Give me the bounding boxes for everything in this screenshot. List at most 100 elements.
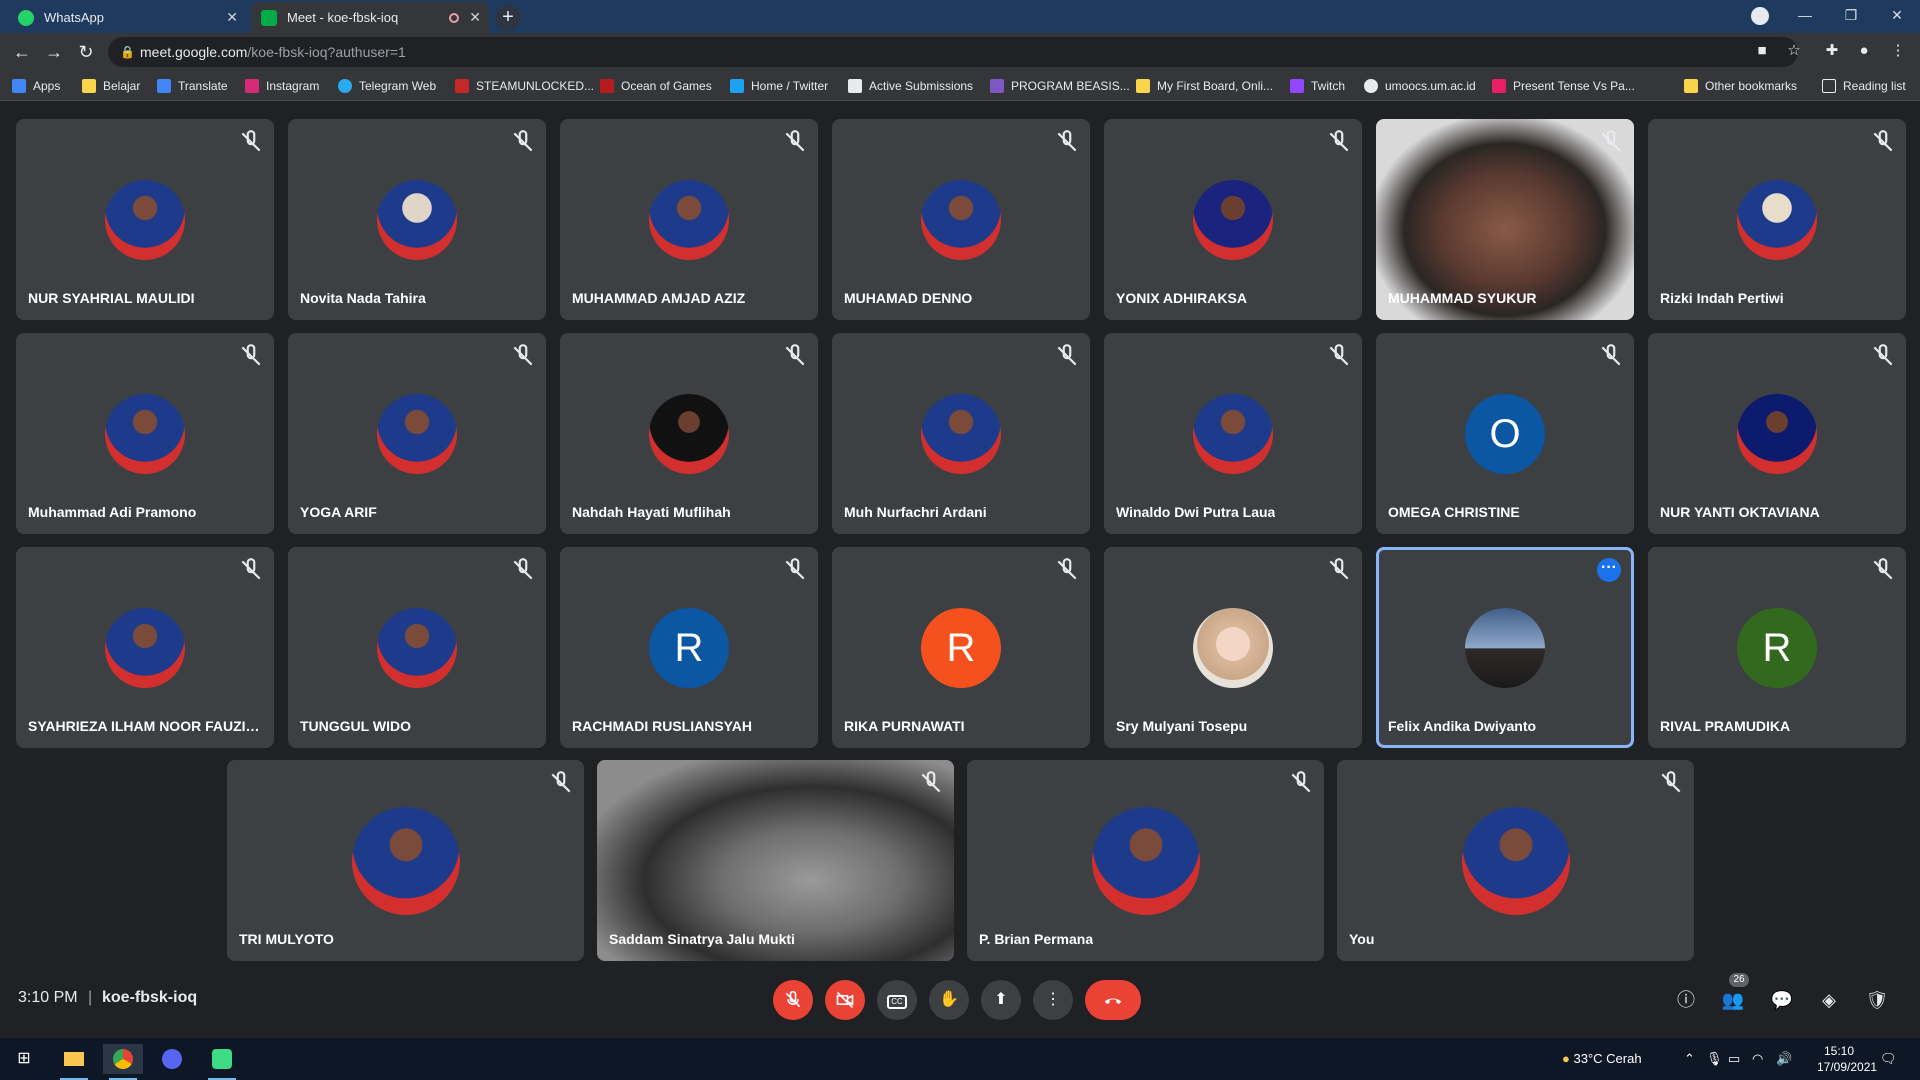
avatar bbox=[1193, 608, 1273, 688]
participant-tile-self[interactable]: You bbox=[1337, 760, 1694, 961]
android-emulator-icon[interactable] bbox=[202, 1044, 242, 1080]
participant-tile[interactable]: Rizki Indah Pertiwi bbox=[1648, 119, 1906, 320]
more-options-button[interactable]: ⋮ bbox=[1033, 980, 1073, 1020]
taskbar-clock[interactable]: 15:10 17/09/2021 bbox=[1817, 1043, 1877, 1075]
participant-tile[interactable]: O OMEGA CHRISTINE bbox=[1376, 333, 1634, 534]
bookmark-belajar[interactable]: Belajar bbox=[82, 71, 140, 101]
window-close-icon[interactable]: ✕ bbox=[1874, 0, 1920, 33]
ef-icon bbox=[1492, 79, 1506, 93]
close-icon[interactable]: ✕ bbox=[469, 9, 481, 26]
mic-off-icon bbox=[241, 558, 261, 580]
tab-meet[interactable]: Meet - koe-fbsk-ioq ✕ bbox=[251, 2, 489, 33]
participant-tile[interactable]: Muh Nurfachri Ardani bbox=[832, 333, 1090, 534]
participant-name: YONIX ADHIRAKSA bbox=[1116, 290, 1247, 306]
profile-icon[interactable] bbox=[1737, 0, 1783, 33]
tab-whatsapp[interactable]: WhatsApp ✕ bbox=[8, 2, 246, 33]
bookmark-program-beasis[interactable]: PROGRAM BEASIS... bbox=[990, 71, 1130, 101]
participant-tile[interactable]: NUR YANTI OKTAVIANA bbox=[1648, 333, 1906, 534]
host-controls-button[interactable]: 🛡 bbox=[1865, 988, 1889, 1012]
activities-button[interactable]: ◈ bbox=[1817, 988, 1841, 1012]
participant-tile[interactable]: Sry Mulyani Tosepu bbox=[1104, 547, 1362, 748]
bookmark-umoocs[interactable]: umoocs.um.ac.id bbox=[1364, 71, 1476, 101]
mic-off-icon bbox=[513, 558, 533, 580]
bookmark-twitter[interactable]: Home / Twitter bbox=[730, 71, 828, 101]
bookmark-present-tense[interactable]: Present Tense Vs Pa... bbox=[1492, 71, 1635, 101]
participant-tile[interactable]: Muhammad Adi Pramono bbox=[16, 333, 274, 534]
windows-taskbar: ⊞ ● 33°C Cerah ⌃ 🎙 ▭ ◠ 🔊 15:10 17/09/202… bbox=[0, 1038, 1920, 1080]
mic-tray-icon[interactable]: 🎙 bbox=[1706, 1038, 1723, 1080]
reload-icon[interactable]: ↻ bbox=[74, 40, 98, 64]
participant-name: Saddam Sinatrya Jalu Mukti bbox=[609, 931, 795, 947]
address-bar[interactable]: 🔒 meet.google.com/koe-fbsk-ioq?authuser=… bbox=[108, 37, 1798, 67]
participant-tile[interactable]: MUHAMAD DENNO bbox=[832, 119, 1090, 320]
participant-tile[interactable]: R RACHMADI RUSLIANSYAH bbox=[560, 547, 818, 748]
notifications-icon[interactable]: 🗨 bbox=[1880, 1038, 1897, 1080]
profile-avatar-icon[interactable]: ● bbox=[1854, 41, 1874, 61]
participant-tile[interactable]: R RIVAL PRAMUDIKA bbox=[1648, 547, 1906, 748]
leave-call-button[interactable] bbox=[1085, 980, 1141, 1020]
back-icon[interactable]: ← bbox=[10, 40, 34, 64]
bookmark-translate[interactable]: Translate bbox=[157, 71, 228, 101]
chat-button[interactable]: 💬 bbox=[1770, 988, 1794, 1012]
participant-tile[interactable]: YONIX ADHIRAKSA bbox=[1104, 119, 1362, 320]
mic-off-icon bbox=[1291, 771, 1311, 793]
bookmark-my-first-board[interactable]: My First Board, Onli... bbox=[1136, 71, 1273, 101]
participant-tile[interactable]: Novita Nada Tahira bbox=[288, 119, 546, 320]
participant-tile-speaking[interactable]: ··· Felix Andika Dwiyanto bbox=[1376, 547, 1634, 748]
bookmark-star-icon[interactable]: ☆ bbox=[1784, 41, 1804, 61]
volume-icon[interactable]: 🔊 bbox=[1776, 1038, 1792, 1080]
battery-icon[interactable]: ▭ bbox=[1728, 1038, 1740, 1080]
restore-icon[interactable]: ❐ bbox=[1828, 0, 1874, 33]
participant-tile[interactable]: R RIKA PURNAWATI bbox=[832, 547, 1090, 748]
tab-label: Meet - koe-fbsk-ioq bbox=[287, 10, 399, 25]
close-icon[interactable]: ✕ bbox=[226, 9, 238, 26]
menu-icon[interactable]: ⋮ bbox=[1888, 41, 1908, 61]
discord-icon[interactable] bbox=[152, 1044, 192, 1074]
minimize-icon[interactable]: — bbox=[1782, 0, 1828, 33]
bookmark-ocean-of-games[interactable]: Ocean of Games bbox=[600, 71, 712, 101]
new-tab-button[interactable]: + bbox=[495, 5, 521, 31]
captions-button[interactable]: CC bbox=[877, 980, 917, 1020]
raise-hand-button[interactable]: ✋ bbox=[929, 980, 969, 1020]
participant-tile[interactable]: MUHAMMAD AMJAD AZIZ bbox=[560, 119, 818, 320]
extensions-icon[interactable]: ✚ bbox=[1822, 41, 1842, 61]
participant-tile[interactable]: SYAHRIEZA ILHAM NOOR FAUZI 1... bbox=[16, 547, 274, 748]
participant-tile[interactable]: NUR SYAHRIAL MAULIDI bbox=[16, 119, 274, 320]
participant-tile[interactable]: YOGA ARIF bbox=[288, 333, 546, 534]
participant-tile[interactable]: P. Brian Permana bbox=[967, 760, 1324, 961]
file-explorer-icon[interactable] bbox=[54, 1044, 94, 1080]
bookmark-steamunlocked[interactable]: STEAMUNLOCKED... bbox=[455, 71, 594, 101]
camera-toggle-button[interactable] bbox=[825, 980, 865, 1020]
reading-list[interactable]: Reading list bbox=[1822, 71, 1906, 101]
present-screen-button[interactable]: ⬆ bbox=[981, 980, 1021, 1020]
camera-icon[interactable]: ■ bbox=[1752, 41, 1772, 61]
bookmark-active-submissions[interactable]: Active Submissions bbox=[848, 71, 973, 101]
bookmark-apps[interactable]: Apps bbox=[12, 71, 60, 101]
participants-button[interactable]: 👥 bbox=[1721, 988, 1745, 1012]
microphone-toggle-button[interactable] bbox=[773, 980, 813, 1020]
bookmark-other[interactable]: Other bookmarks bbox=[1684, 71, 1797, 101]
chrome-icon[interactable] bbox=[103, 1044, 143, 1080]
more-options-icon[interactable]: ··· bbox=[1597, 558, 1621, 582]
whatsapp-icon bbox=[18, 9, 34, 26]
wifi-icon[interactable]: ◠ bbox=[1752, 1038, 1763, 1080]
avatar bbox=[649, 394, 729, 474]
participant-tile[interactable]: Winaldo Dwi Putra Laua bbox=[1104, 333, 1362, 534]
chat-icon: 💬 bbox=[1770, 990, 1794, 1010]
windows-start-icon[interactable]: ⊞ bbox=[4, 1044, 44, 1074]
bookmark-instagram[interactable]: Instagram bbox=[245, 71, 319, 101]
participant-video-tile[interactable]: Saddam Sinatrya Jalu Mukti bbox=[597, 760, 954, 961]
bookmark-twitch[interactable]: Twitch bbox=[1290, 71, 1345, 101]
weather-widget[interactable]: ● 33°C Cerah bbox=[1562, 1038, 1642, 1080]
tray-expand-icon[interactable]: ⌃ bbox=[1684, 1038, 1695, 1080]
participant-tile[interactable]: TUNGGUL WIDO bbox=[288, 547, 546, 748]
bookmark-telegram[interactable]: Telegram Web bbox=[338, 71, 436, 101]
meeting-info-button[interactable]: ⓘ bbox=[1674, 988, 1698, 1012]
participant-video-tile[interactable]: MUHAMMAD SYUKUR bbox=[1376, 119, 1634, 320]
forward-icon[interactable]: → bbox=[42, 40, 66, 64]
mic-off-icon bbox=[1873, 130, 1893, 152]
participant-tile[interactable]: TRI MULYOTO bbox=[227, 760, 584, 961]
avatar bbox=[351, 807, 460, 915]
participant-tile[interactable]: Nahdah Hayati Muflihah bbox=[560, 333, 818, 534]
twitch-icon bbox=[1290, 79, 1304, 93]
